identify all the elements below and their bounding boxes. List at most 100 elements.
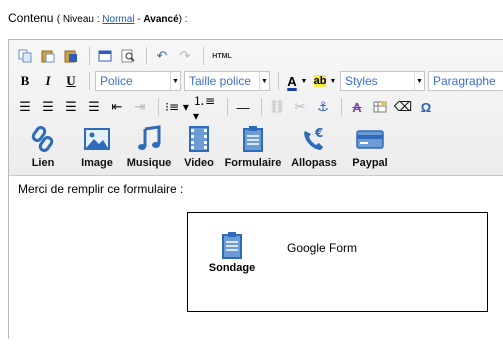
bg-color-button[interactable]: ab bbox=[311, 71, 329, 91]
undo-button[interactable]: ↶ bbox=[152, 46, 172, 66]
paste-button[interactable] bbox=[38, 46, 58, 66]
font-select-value: Police bbox=[100, 74, 133, 88]
anchor-icon: ⚓ bbox=[317, 99, 329, 115]
magnifier-icon bbox=[121, 49, 135, 63]
embedded-form-block[interactable]: Sondage Google Form bbox=[187, 212, 488, 312]
toolbar-separator bbox=[158, 98, 159, 116]
plugin-form-button[interactable]: Formulaire bbox=[225, 125, 281, 173]
outdent-button[interactable]: ⇤ bbox=[107, 97, 127, 117]
paste-icon bbox=[41, 50, 55, 63]
level-open: ( Niveau : bbox=[56, 14, 103, 25]
plugin-image-button[interactable]: Image bbox=[77, 125, 117, 173]
undo-icon: ↶ bbox=[156, 48, 168, 64]
window-icon bbox=[98, 50, 112, 62]
highlight-icon: ab bbox=[313, 75, 327, 87]
format-select-value: Paragraphe bbox=[433, 74, 496, 88]
plugin-music-label: Musique bbox=[126, 157, 172, 169]
redo-button[interactable]: ↷ bbox=[175, 46, 195, 66]
horizontal-rule-icon: — bbox=[236, 99, 250, 115]
horizontal-rule-button[interactable]: — bbox=[233, 97, 253, 117]
plugin-link-button[interactable]: Lien bbox=[17, 125, 69, 173]
bullet-list-button[interactable]: ⁝≡ ▾ bbox=[164, 97, 190, 117]
copy-button[interactable] bbox=[15, 46, 35, 66]
preview-button[interactable] bbox=[95, 46, 115, 66]
html-source-button[interactable]: HTML bbox=[209, 46, 235, 66]
toolbar-separator bbox=[89, 47, 90, 65]
format-select[interactable]: Paragraphe bbox=[428, 71, 503, 91]
align-center-icon: ☰ bbox=[42, 99, 54, 115]
link-button[interactable]: ⛓ bbox=[267, 97, 287, 117]
chevron-down-icon: ▼ bbox=[414, 72, 424, 90]
paste-word-icon bbox=[64, 50, 77, 63]
toolbar-separator bbox=[341, 98, 342, 116]
number-list-button[interactable]: ⒈≡ ▾ bbox=[193, 94, 219, 123]
form-survey-item[interactable]: Sondage bbox=[209, 231, 255, 274]
align-center-button[interactable]: ☰ bbox=[38, 97, 58, 117]
plugin-music-button[interactable]: Musique bbox=[125, 125, 173, 173]
redo-icon: ↷ bbox=[179, 48, 191, 64]
indent-button[interactable]: ⇥ bbox=[130, 97, 150, 117]
music-icon bbox=[138, 125, 161, 150]
level-normal-link[interactable]: Normal bbox=[102, 14, 134, 25]
plugin-video-button[interactable]: Video bbox=[181, 125, 217, 173]
rich-text-editor: ↶ ↷ HTML B I U Police ▼ Taille police ▼ A … bbox=[8, 39, 503, 347]
strikethrough-a-icon: A bbox=[352, 99, 362, 115]
text-color-dropdown[interactable]: ▼ bbox=[300, 71, 308, 91]
toolbar-separator bbox=[203, 47, 204, 65]
editor-content-area[interactable]: Merci de remplir ce formulaire : Sondage… bbox=[9, 177, 503, 347]
plugin-allopass-label: Allopass bbox=[291, 157, 337, 169]
toolbar-separator bbox=[227, 98, 228, 116]
underline-button[interactable]: U bbox=[61, 71, 81, 91]
styles-select[interactable]: Styles ▼ bbox=[340, 71, 425, 91]
level-close: ) : bbox=[178, 14, 188, 25]
toolbar-separator bbox=[278, 72, 279, 90]
card-icon bbox=[356, 130, 384, 149]
text-color-button[interactable]: A bbox=[284, 71, 300, 91]
unlink-button[interactable]: ✂ bbox=[290, 97, 310, 117]
plugin-video-label: Video bbox=[184, 157, 214, 169]
find-button[interactable] bbox=[118, 46, 138, 66]
indent-icon: ⇥ bbox=[134, 99, 146, 115]
plugin-image-label: Image bbox=[81, 157, 113, 169]
plugin-paypal-button[interactable]: Paypal bbox=[347, 125, 393, 173]
level-advanced[interactable]: Avancé bbox=[143, 14, 178, 25]
eraser-icon: ⌫ bbox=[393, 99, 413, 115]
justify-icon: ☰ bbox=[88, 99, 100, 115]
plugin-buttons: Lien Image Musique Video Formulaire € Al… bbox=[17, 125, 401, 173]
content-label: Contenu bbox=[8, 11, 54, 25]
plugin-form-label: Formulaire bbox=[224, 157, 282, 169]
align-left-button[interactable]: ☰ bbox=[15, 97, 35, 117]
bg-color-dropdown[interactable]: ▼ bbox=[329, 71, 337, 91]
anchor-button[interactable]: ⚓ bbox=[313, 97, 333, 117]
phone-euro-icon: € bbox=[304, 126, 323, 150]
toolbar-row-1: ↶ ↷ HTML bbox=[15, 45, 238, 67]
number-list-icon: ⒈≡ ▾ bbox=[193, 93, 216, 123]
omega-icon: Ω bbox=[420, 99, 432, 115]
toolbar-separator bbox=[89, 72, 90, 90]
toolbar-separator bbox=[146, 47, 147, 65]
editor-toolbar: ↶ ↷ HTML B I U Police ▼ Taille police ▼ A … bbox=[9, 40, 503, 176]
paste-word-button[interactable] bbox=[61, 46, 81, 66]
form-title: Google Form bbox=[287, 241, 358, 255]
bullet-list-icon: ⁝≡ ▾ bbox=[165, 100, 189, 114]
font-size-select-value: Taille police bbox=[189, 74, 252, 88]
align-right-button[interactable]: ☰ bbox=[61, 97, 81, 117]
remove-format-button[interactable]: A bbox=[347, 97, 367, 117]
chain-icon: ⛓ bbox=[268, 99, 286, 115]
toolbar-separator bbox=[261, 98, 262, 116]
italic-button[interactable]: I bbox=[38, 71, 58, 91]
toolbar-row-3: ☰ ☰ ☰ ☰ ⇤ ⇥ ⁝≡ ▾ ⒈≡ ▾ — ⛓ ✂ ⚓ A ⌫ Ω bbox=[15, 94, 439, 123]
justify-button[interactable]: ☰ bbox=[84, 97, 104, 117]
svg-text:€: € bbox=[314, 126, 323, 140]
text-color-icon: A bbox=[287, 73, 297, 89]
plugin-allopass-button[interactable]: € Allopass bbox=[289, 125, 339, 173]
table-button[interactable] bbox=[370, 97, 390, 117]
outdent-icon: ⇤ bbox=[111, 99, 123, 115]
special-char-button[interactable]: Ω bbox=[416, 97, 436, 117]
eraser-button[interactable]: ⌫ bbox=[393, 97, 413, 117]
link-icon bbox=[31, 126, 54, 152]
font-size-select[interactable]: Taille police ▼ bbox=[184, 71, 270, 91]
font-select[interactable]: Police ▼ bbox=[95, 71, 181, 91]
bold-button[interactable]: B bbox=[15, 71, 35, 91]
form-icon bbox=[243, 126, 263, 152]
